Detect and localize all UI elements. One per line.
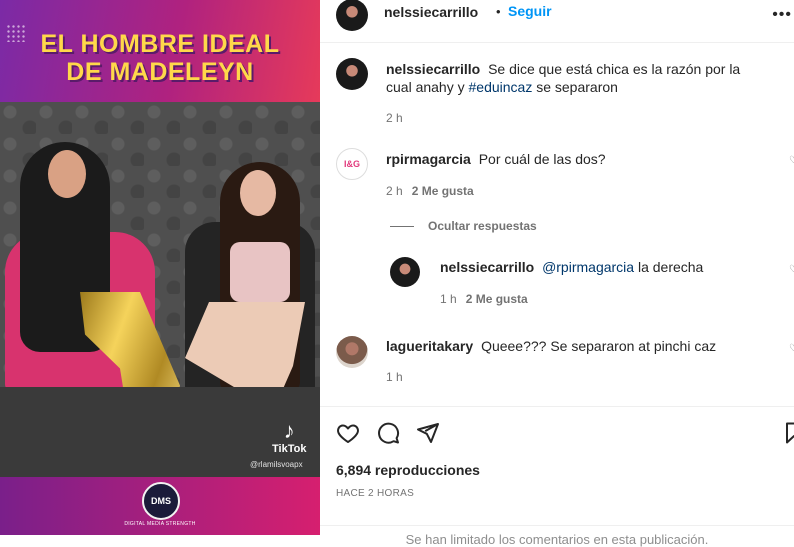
comment-2: lagueritakary Queee??? Se separaron at p…: [386, 337, 766, 355]
like-comment-icon[interactable]: ♡: [789, 343, 794, 354]
post-header: nelssiecarrillo • Seguir •••: [320, 0, 794, 43]
headline-line-2: DE MADELEYN: [66, 58, 254, 86]
reply-avatar[interactable]: [390, 257, 420, 287]
logo-caption: DIGITAL MEDIA STRENGTH: [124, 521, 196, 527]
tiktok-brand: TikTok: [272, 443, 307, 455]
like-comment-icon[interactable]: ♡: [789, 155, 794, 166]
caption-text-2: se separaron: [536, 79, 618, 95]
more-horizontal-icon[interactable]: •••: [772, 6, 792, 24]
video-scene: ♪ TikTok @rlamilsvoapx: [0, 102, 320, 477]
author-username[interactable]: nelssiecarrillo: [384, 4, 478, 20]
reply-comment: nelssiecarrillo @rpirmagarcia la derecha: [440, 258, 780, 276]
tiktok-handle: @rlamilsvoapx: [250, 460, 303, 469]
reply-username[interactable]: nelssiecarrillo: [440, 259, 534, 275]
heart-icon[interactable]: [336, 421, 360, 445]
comment-text: Por cuál de las dos?: [478, 151, 606, 167]
reply-meta: 1 h 2 Me gusta: [440, 292, 528, 306]
commenter-avatar[interactable]: [336, 336, 368, 368]
comment-time[interactable]: 2 h: [386, 184, 403, 198]
reply-time[interactable]: 1 h: [440, 292, 457, 306]
header-separator: •: [496, 4, 501, 19]
bookmark-icon[interactable]: [782, 421, 794, 445]
caption-avatar[interactable]: [336, 58, 368, 90]
tiktok-icon: ♪: [283, 418, 295, 443]
caption-time[interactable]: 2 h: [386, 111, 403, 125]
action-bar: 6,894 reproducciones HACE 2 HORAS Se han…: [320, 406, 794, 547]
caption-username[interactable]: nelssiecarrillo: [386, 61, 480, 77]
hide-replies-button[interactable]: Ocultar respuestas: [390, 219, 537, 233]
headline-line-1: EL HOMBRE IDEAL: [40, 30, 280, 58]
tiktok-watermark: ♪ TikTok: [272, 418, 307, 456]
comment-likes[interactable]: 2 Me gusta: [412, 184, 474, 198]
reply-mention[interactable]: @rpirmagarcia: [542, 259, 634, 275]
replies-line: [390, 226, 414, 228]
like-reply-icon[interactable]: ♡: [789, 264, 794, 275]
comment-username[interactable]: rpirmagarcia: [386, 151, 471, 167]
reply-text: la derecha: [637, 259, 704, 275]
hide-replies-label: Ocultar respuestas: [428, 219, 537, 233]
commenter-avatar[interactable]: I&G: [336, 148, 368, 180]
comment-1-meta: 2 h 2 Me gusta: [386, 184, 474, 198]
hashtag-link[interactable]: #eduincaz: [469, 79, 533, 95]
reply-likes[interactable]: 2 Me gusta: [466, 292, 528, 306]
views-count[interactable]: 6,894 reproducciones: [336, 462, 480, 478]
comment-1: rpirmagarcia Por cuál de las dos?: [386, 150, 766, 168]
comment-icon[interactable]: [376, 421, 400, 445]
share-icon[interactable]: [416, 421, 440, 445]
comment-text: Queee??? Se separaron at pinchi caz: [481, 338, 717, 354]
post-timestamp[interactable]: HACE 2 HORAS: [336, 488, 414, 499]
post-caption: nelssiecarrillo Se dice que está chica e…: [386, 60, 766, 96]
post-details-panel: nelssiecarrillo • Seguir ••• nelssiecarr…: [320, 0, 794, 547]
comments-limited-notice: Se han limitado los comentarios en esta …: [320, 525, 794, 547]
comment-2-time[interactable]: 1 h: [386, 370, 403, 384]
post-media[interactable]: EL HOMBRE IDEAL DE MADELEYN ♪ TikTok @rl…: [0, 0, 320, 535]
comment-username[interactable]: lagueritakary: [386, 338, 473, 354]
dms-logo: DMS: [142, 482, 180, 520]
follow-button[interactable]: Seguir: [508, 3, 552, 19]
author-avatar[interactable]: [336, 0, 368, 31]
